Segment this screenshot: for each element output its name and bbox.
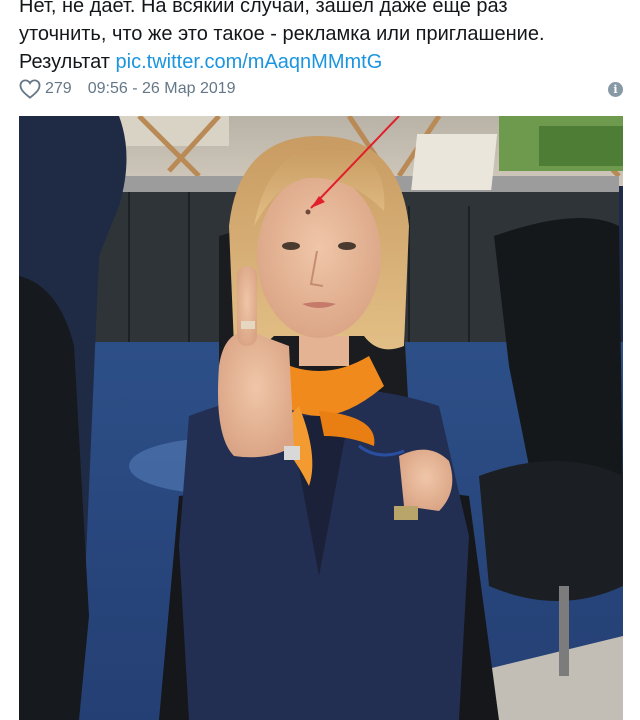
tweet-timestamp[interactable]: 09:56 - 26 Мар 2019 bbox=[88, 80, 236, 98]
info-icon[interactable]: i bbox=[608, 81, 623, 97]
tweet-meta: 279 09:56 - 26 Мар 2019 i bbox=[19, 77, 623, 101]
photo-illustration bbox=[19, 116, 623, 720]
tweet-text-line-3: Результат pic.twitter.com/mAaqnMMmtG bbox=[19, 48, 619, 76]
tweet-card: Нет, не дает. На всякий случай, зашел да… bbox=[0, 0, 640, 720]
like-count: 279 bbox=[45, 80, 72, 97]
heart-icon[interactable] bbox=[19, 79, 41, 99]
pic-link[interactable]: pic.twitter.com/mAaqnMMmtG bbox=[116, 51, 383, 73]
result-label: Результат bbox=[19, 51, 110, 73]
tweet-text: Нет, не дает. На всякий случай, зашел да… bbox=[19, 0, 619, 76]
tweet-text-line-1: Нет, не дает. На всякий случай, зашел да… bbox=[19, 0, 508, 17]
tweet-photo[interactable] bbox=[19, 116, 623, 720]
tweet-text-line-2: уточнить, что же это такое - рекламка ил… bbox=[19, 23, 545, 45]
